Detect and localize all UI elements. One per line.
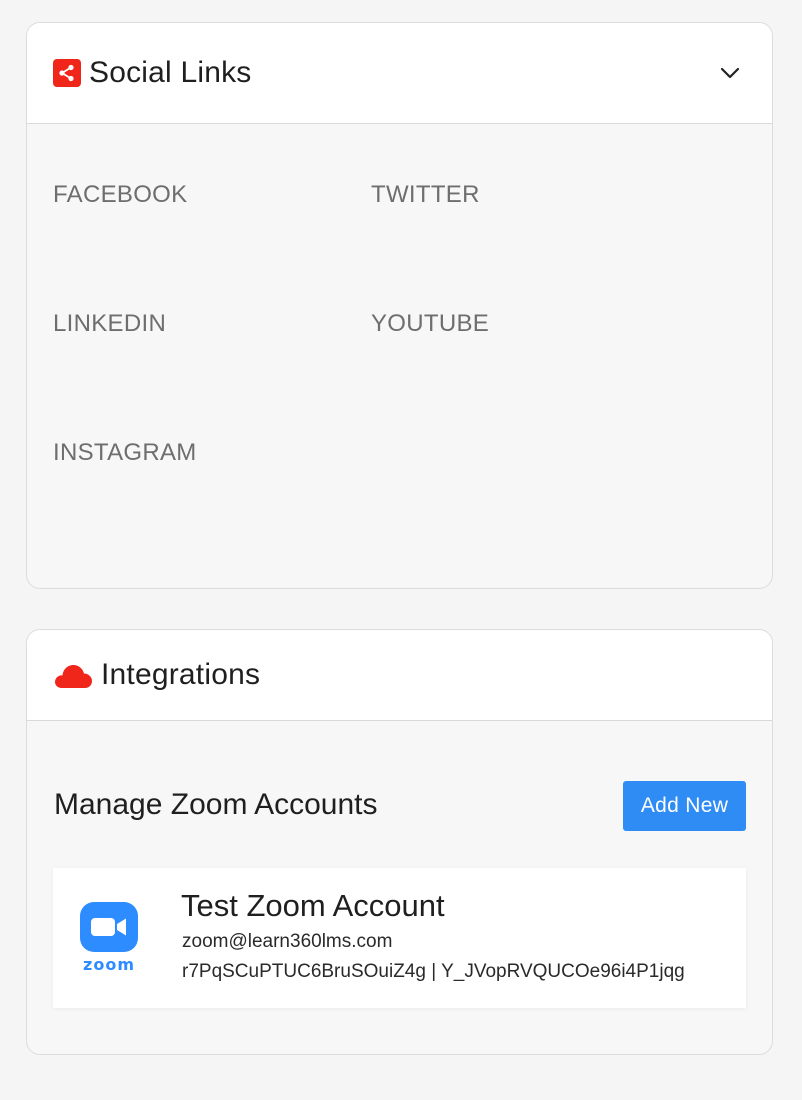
manage-zoom-heading: Manage Zoom Accounts	[54, 788, 378, 821]
social-links-header[interactable]: Social Links	[27, 23, 772, 124]
video-camera-icon	[80, 902, 138, 952]
social-label-facebook: FACEBOOK	[53, 181, 188, 208]
social-links-title: Social Links	[89, 56, 252, 89]
add-new-button[interactable]: Add New	[623, 781, 746, 831]
integrations-card: Integrations Manage Zoom Accounts Add Ne…	[26, 629, 773, 1055]
social-label-linkedin: LINKEDIN	[53, 310, 167, 337]
account-keys: r7PqSCuPTUC6BruSOuiZ4g | Y_JVopRVQUCOe96…	[182, 961, 685, 982]
social-label-instagram: INSTAGRAM	[53, 439, 197, 466]
integrations-title: Integrations	[101, 658, 261, 691]
chevron-down-icon[interactable]	[718, 61, 742, 85]
zoom-logo: zoom	[78, 902, 140, 976]
zoom-account-item[interactable]: zoom Test Zoom Account zoom@learn360lms.…	[53, 868, 746, 1008]
integrations-header: Integrations	[27, 630, 772, 721]
social-label-twitter: TWITTER	[371, 181, 480, 208]
social-label-youtube: YOUTUBE	[371, 310, 490, 337]
share-icon	[53, 59, 81, 87]
zoom-logo-text: zoom	[83, 955, 135, 974]
social-links-card: Social Links FACEBOOK TWITTER LINKEDIN Y…	[26, 22, 773, 589]
account-email: zoom@learn360lms.com	[182, 931, 393, 952]
account-name: Test Zoom Account	[181, 888, 445, 923]
cloud-icon	[53, 661, 93, 689]
